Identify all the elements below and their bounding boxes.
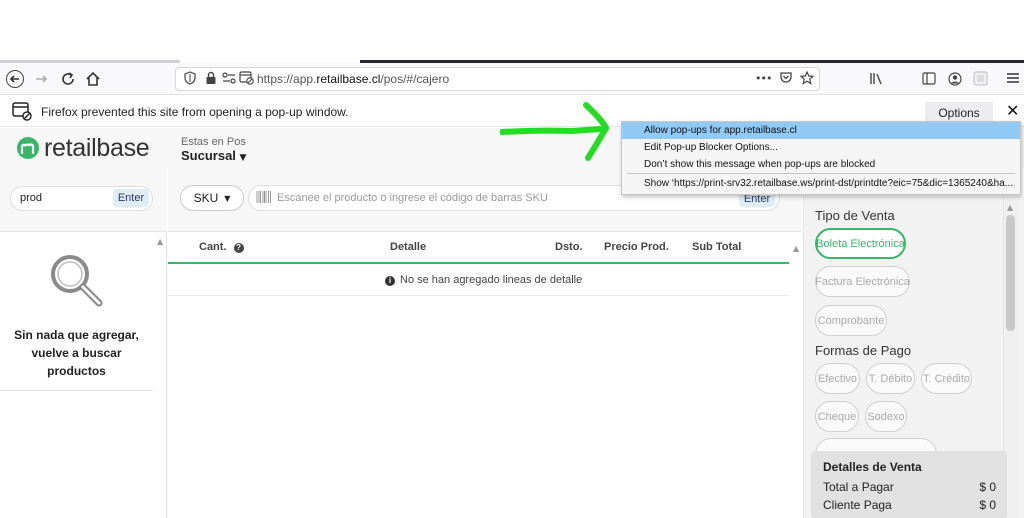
close-icon[interactable]: ✕ — [1006, 101, 1019, 120]
col-dsto: Dsto. — [555, 241, 583, 253]
hamburger-menu-icon[interactable] — [1006, 72, 1020, 87]
forward-icon[interactable] — [30, 68, 52, 90]
scan-mode-label: SKU — [193, 191, 219, 205]
left-scroll-up-icon[interactable]: ▲ — [157, 237, 163, 246]
pago-cheque-button[interactable]: Cheque — [815, 401, 859, 432]
table-header-underline — [168, 262, 789, 264]
url-text[interactable]: https://app.retailbase.cl/pos/#/cajero — [257, 72, 449, 86]
magnifier-icon — [51, 255, 103, 307]
search-enter-button[interactable]: Enter — [113, 189, 149, 207]
cliente-label: Cliente Paga — [823, 498, 892, 512]
home-icon[interactable] — [82, 68, 104, 90]
info-icon: i — [385, 276, 395, 286]
branch-name: Sucursal — [181, 148, 236, 163]
pago-debito-button[interactable]: T. Débito — [866, 363, 915, 394]
retailbase-logo-icon — [14, 136, 42, 160]
popup-blocked-bar-icon — [12, 102, 32, 126]
formas-pago-title: Formas de Pago — [815, 343, 912, 358]
page-actions-icon[interactable]: ••• — [755, 72, 772, 85]
branch-selector[interactable]: Sucursal ▼ — [181, 148, 246, 163]
col-cant: Cant. ? — [199, 241, 244, 253]
lock-icon[interactable] — [205, 71, 217, 88]
help-icon[interactable]: ? — [233, 243, 244, 253]
menu-dont-show-message[interactable]: Don’t show this message when pop-ups are… — [644, 159, 875, 170]
menu-edit-blocker-options[interactable]: Edit Pop-up Blocker Options... — [644, 142, 778, 153]
table-row-divider — [168, 295, 789, 296]
menu-allow-popups[interactable]: Allow pop-ups for app.retailbase.cl — [644, 125, 797, 136]
extension-icon[interactable] — [973, 71, 988, 89]
reload-icon[interactable] — [57, 68, 79, 90]
product-search-value: prod — [20, 192, 43, 204]
pago-sodexo-button[interactable]: Sodexo — [865, 401, 907, 432]
notification-message: Firefox prevented this site from opening… — [41, 105, 349, 119]
right-scroll-up-icon[interactable]: ▲ — [1007, 203, 1013, 212]
app-logo-text: retailbase — [44, 134, 150, 162]
menu-separator — [627, 173, 1015, 174]
options-button[interactable]: Options — [925, 102, 993, 123]
table-scroll-up-icon[interactable]: ▲ — [793, 244, 799, 253]
col-precio: Precio Prod. — [604, 241, 669, 253]
barcode-icon — [256, 191, 271, 203]
tipo-comprobante-button[interactable]: Comprobante — [815, 305, 887, 336]
empty-divider — [0, 390, 153, 391]
pos-label: Estas en Pos — [181, 136, 246, 148]
shield-icon[interactable] — [184, 71, 196, 88]
scan-mode-dropdown[interactable]: SKU ▼ — [180, 185, 244, 211]
permissions-icon[interactable] — [222, 72, 236, 87]
col-subtotal: Sub Total — [692, 241, 742, 253]
sidebar-icon[interactable] — [922, 72, 936, 88]
popup-blocked-icon[interactable] — [239, 71, 254, 88]
bookmark-star-icon[interactable] — [799, 70, 815, 88]
cliente-value: $ 0 — [979, 498, 996, 512]
tipo-boleta-button[interactable]: Boleta Electrónica — [815, 228, 906, 259]
barcode-placeholder: Escanee el producto o ingrese el código … — [277, 192, 548, 204]
total-label: Total a Pagar — [823, 480, 894, 494]
library-icon[interactable] — [869, 72, 883, 88]
empty-table-message: i No se han agregado lineas de detalle — [385, 274, 582, 286]
tipo-venta-title: Tipo de Venta — [815, 208, 895, 223]
empty-search-message: Sin nada que agregar, vuelve a buscar pr… — [14, 328, 139, 378]
caret-down-icon: ▼ — [224, 193, 231, 203]
col-detalle: Detalle — [390, 241, 427, 253]
account-icon[interactable] — [948, 72, 962, 89]
back-icon[interactable] — [4, 68, 26, 90]
menu-show-popup-url[interactable]: Show ‘https://print-srv32.retailbase.ws/… — [644, 178, 1016, 189]
green-arrow-annotation — [500, 102, 610, 161]
total-value: $ 0 — [979, 480, 996, 494]
pocket-icon[interactable] — [779, 71, 793, 88]
pago-credito-button[interactable]: T. Crédito — [921, 363, 972, 394]
scrollbar-thumb[interactable] — [1006, 215, 1015, 331]
tipo-factura-button[interactable]: Factura Electrónica — [815, 266, 910, 297]
pago-efectivo-button[interactable]: Efectivo — [815, 363, 860, 394]
sale-details-title: Detalles de Venta — [823, 460, 922, 474]
caret-down-icon: ▼ — [239, 153, 247, 163]
